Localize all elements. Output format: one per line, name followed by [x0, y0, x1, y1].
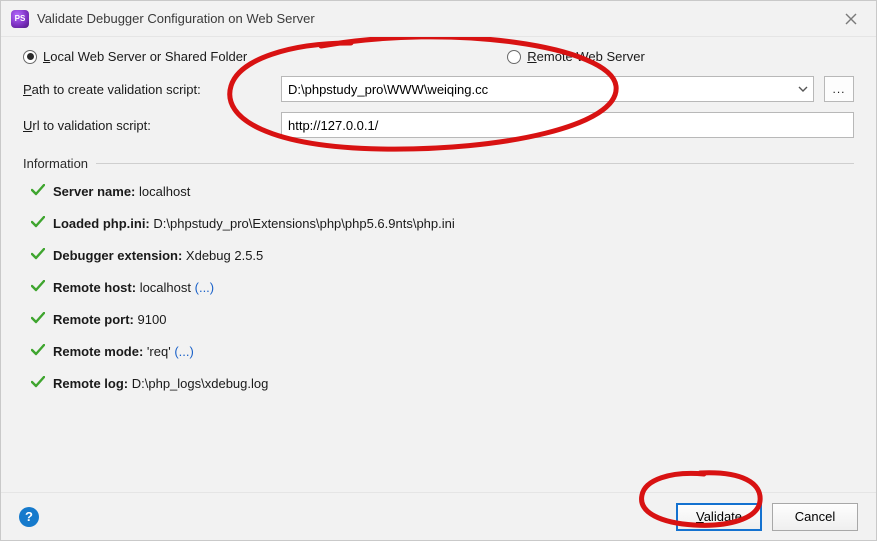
info-label: Remote mode: — [53, 344, 143, 359]
info-text: Server name: localhost — [53, 183, 190, 201]
info-item: Remote log: D:\php_logs\xdebug.log — [31, 375, 854, 393]
browse-button[interactable]: ... — [824, 76, 854, 102]
info-item: Remote mode: 'req' (...) — [31, 343, 854, 361]
server-type-radio-row: Local Web Server or Shared Folder Remote… — [23, 49, 854, 64]
path-input[interactable] — [281, 76, 792, 102]
path-row: Path to create validation script: ... — [23, 76, 854, 102]
help-icon[interactable]: ? — [19, 507, 39, 527]
info-label: Debugger extension: — [53, 248, 182, 263]
path-label: ath to create validation script: — [32, 82, 201, 97]
info-value: D:\phpstudy_pro\Extensions\php\php5.6.9n… — [153, 216, 454, 231]
window-title: Validate Debugger Configuration on Web S… — [37, 11, 315, 26]
titlebar: PS Validate Debugger Configuration on We… — [1, 1, 876, 37]
button-bar: ? Validate Cancel — [1, 492, 876, 540]
info-value: 'req' — [147, 344, 171, 359]
remote-server-label: emote Web Server — [537, 49, 645, 64]
check-icon — [31, 343, 45, 361]
info-value: Xdebug 2.5.5 — [186, 248, 263, 263]
cancel-button[interactable]: Cancel — [772, 503, 858, 531]
info-text: Remote mode: 'req' (...) — [53, 343, 194, 361]
info-label: Remote host: — [53, 280, 136, 295]
info-text: Loaded php.ini: D:\phpstudy_pro\Extensio… — [53, 215, 455, 233]
info-text: Debugger extension: Xdebug 2.5.5 — [53, 247, 263, 265]
check-icon — [31, 215, 45, 233]
local-server-radio[interactable]: Local Web Server or Shared Folder — [23, 49, 247, 64]
info-text: Remote log: D:\php_logs\xdebug.log — [53, 375, 268, 393]
radio-icon — [507, 50, 521, 64]
check-icon — [31, 311, 45, 329]
info-item: Remote host: localhost (...) — [31, 279, 854, 297]
info-label: Loaded php.ini: — [53, 216, 150, 231]
url-row: Url to validation script: — [23, 112, 854, 138]
info-text: Remote host: localhost (...) — [53, 279, 214, 297]
local-server-label: ocal Web Server or Shared Folder — [50, 49, 247, 64]
info-label: Remote port: — [53, 312, 134, 327]
info-item: Loaded php.ini: D:\phpstudy_pro\Extensio… — [31, 215, 854, 233]
content-area: Local Web Server or Shared Folder Remote… — [1, 37, 876, 494]
divider — [96, 163, 854, 164]
info-label: Remote log: — [53, 376, 128, 391]
info-label: Server name: — [53, 184, 135, 199]
url-label: rl to validation script: — [32, 118, 151, 133]
info-item: Server name: localhost — [31, 183, 854, 201]
info-item: Remote port: 9100 — [31, 311, 854, 329]
info-text: Remote port: 9100 — [53, 311, 166, 329]
radio-icon — [23, 50, 37, 64]
check-icon — [31, 279, 45, 297]
information-list: Server name: localhost Loaded php.ini: D:… — [23, 183, 854, 393]
information-label: Information — [23, 156, 88, 171]
url-input[interactable] — [281, 112, 854, 138]
check-icon — [31, 375, 45, 393]
info-value: localhost — [139, 184, 190, 199]
dialog-window: PS Validate Debugger Configuration on We… — [0, 0, 877, 541]
close-icon[interactable] — [834, 5, 868, 33]
info-link[interactable]: (...) — [195, 280, 215, 295]
chevron-down-icon[interactable] — [792, 76, 814, 102]
information-section-header: Information — [23, 156, 854, 171]
check-icon — [31, 183, 45, 201]
info-item: Debugger extension: Xdebug 2.5.5 — [31, 247, 854, 265]
info-link[interactable]: (...) — [174, 344, 194, 359]
app-icon: PS — [11, 10, 29, 28]
check-icon — [31, 247, 45, 265]
info-value: localhost — [140, 280, 191, 295]
info-value: 9100 — [138, 312, 167, 327]
remote-server-radio[interactable]: Remote Web Server — [507, 49, 645, 64]
info-value: D:\php_logs\xdebug.log — [132, 376, 269, 391]
validate-button[interactable]: Validate — [676, 503, 762, 531]
path-combobox[interactable] — [281, 76, 814, 102]
